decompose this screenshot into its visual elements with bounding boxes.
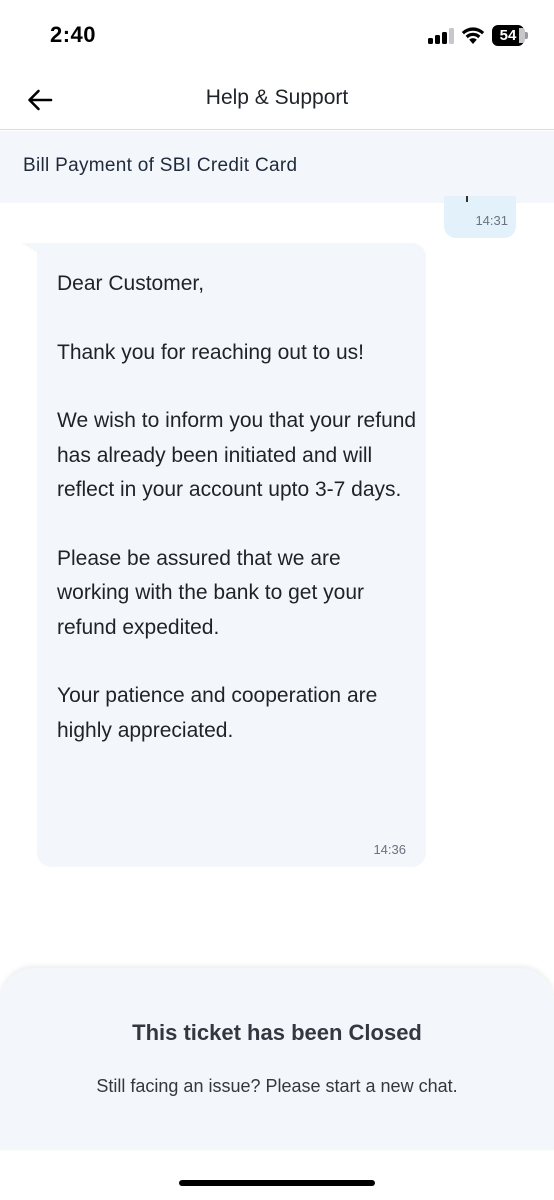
message-timestamp: 14:31 [475,213,508,228]
agent-bubble-tail [22,243,38,253]
status-bar: 2:40 54 [0,0,554,70]
ticket-closed-title: This ticket has been Closed [132,1020,422,1045]
page-title: Help & Support [205,86,349,109]
cellular-signal-icon [428,28,454,44]
status-time: 2:40 [50,22,97,47]
agent-message-text: Dear Customer, Thank you for reaching ou… [57,267,417,748]
user-message-bubble: 14:31 [444,196,516,238]
ticket-closed-subtitle: Still facing an issue? Please start a ne… [96,1076,458,1096]
message-timestamp: 14:36 [373,842,406,857]
ticket-closed-panel: This ticket has been Closed Still facing… [0,968,554,1150]
message-paragraph: Thank you for reaching out to us! [57,340,365,364]
message-paragraph: Please be assured that we are working wi… [57,546,365,639]
ticket-subject: Bill Payment of SBI Credit Card [23,155,298,176]
wifi-icon [460,25,486,45]
home-indicator[interactable] [179,1180,375,1186]
agent-message-bubble: Dear Customer, Thank you for reaching ou… [37,243,426,867]
battery-icon: 54 [492,25,528,46]
message-paragraph: We wish to inform you that your refund h… [57,409,417,501]
message-paragraph: Your patience and cooperation are highly… [57,684,378,742]
message-paragraph: Dear Customer, [57,272,205,295]
ticket-subject-bar: Bill Payment of SBI Credit Card [0,131,554,203]
app-header: Help & Support [0,70,554,130]
battery-level: 54 [499,27,517,44]
